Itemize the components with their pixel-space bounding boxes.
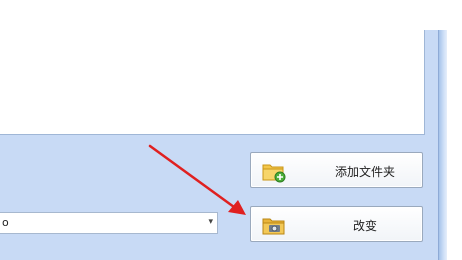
- folder-list-panel[interactable]: [0, 30, 425, 135]
- window-right-border: [438, 30, 447, 260]
- folder-camera-icon: [261, 213, 287, 237]
- chevron-down-icon[interactable]: ▾: [208, 217, 213, 227]
- change-label: 改变: [352, 219, 377, 233]
- add-folder-label: 添加文件夹: [334, 165, 395, 179]
- add-folder-button[interactable]: 添加文件夹: [250, 152, 423, 188]
- folder-add-icon: [261, 159, 287, 183]
- path-combo-value: o: [2, 216, 9, 229]
- change-button[interactable]: 改变: [250, 206, 423, 242]
- path-combo[interactable]: o ▾: [0, 212, 218, 234]
